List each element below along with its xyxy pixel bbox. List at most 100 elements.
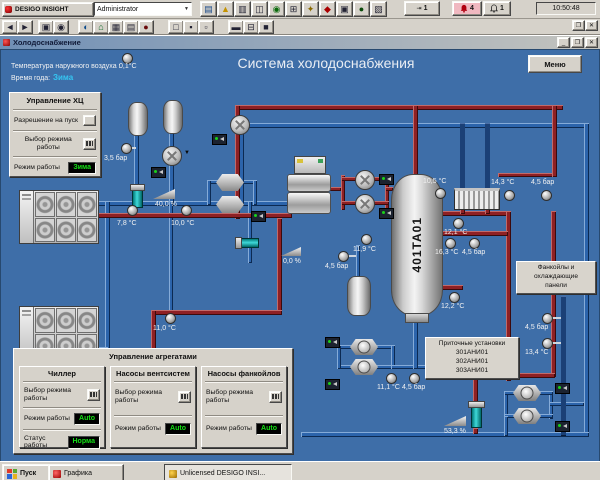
toolbar-icon-alarm-viewer[interactable]: ▲ (217, 1, 234, 17)
user-select[interactable]: Administrator ▼ (94, 2, 192, 16)
pressure-label: 4,5 бар (531, 179, 554, 187)
app-menu-button[interactable]: DESIGO INSIGHT (2, 2, 94, 17)
desigo-insight-application: { "toolbar": { "app_button": "DESIGO INS… (0, 0, 600, 480)
toolbar-icon-button[interactable]: ▣ (38, 20, 54, 34)
toolbar-icon-trend-viewer[interactable]: ✦ (302, 1, 319, 17)
bypass-valve[interactable] (241, 238, 259, 248)
pipe-segment (207, 180, 211, 205)
pressure-sensor (469, 238, 480, 249)
stop-icon: ■ (263, 23, 268, 32)
valve-position-indicator (444, 416, 466, 426)
temperature-sensor (386, 373, 397, 384)
restore-button[interactable]: ❐ (571, 37, 584, 48)
fancoil-valve[interactable] (471, 406, 482, 428)
vent-system-pump-2[interactable] (350, 359, 378, 375)
target-icon: ◉ (57, 23, 65, 32)
mode-select-button[interactable] (178, 391, 191, 403)
pipe-segment (460, 123, 465, 190)
fancoil-legend-line: панели (518, 282, 594, 291)
toolbar-icon-button[interactable]: ▤ (123, 20, 139, 34)
status-icon (379, 208, 394, 219)
pipe-segment (551, 211, 556, 377)
alert-indicator[interactable]: 1 (483, 1, 511, 16)
toolbar-icon-object-viewer[interactable]: ◫ (251, 1, 268, 17)
pressure-sensor (338, 251, 349, 262)
mode-value: Зима (68, 162, 96, 174)
fan-icon (35, 192, 55, 217)
toolbar-icon-magnifier[interactable]: ◉ (268, 1, 285, 17)
pipe-segment (552, 105, 557, 177)
status-icon (151, 167, 166, 178)
toolbar-icon-button[interactable]: ▪ (183, 20, 199, 34)
toolbar-icon-button[interactable]: ▦ (108, 20, 124, 34)
plate-heat-exchanger[interactable] (454, 188, 500, 210)
status-label: Статус работы (24, 435, 68, 451)
toolbar-icon-button[interactable]: ◉ (53, 20, 69, 34)
mode-select-button[interactable] (83, 138, 96, 150)
mode-select-button[interactable] (269, 391, 282, 403)
toolbar-icon-plant-viewer[interactable]: ▥ (234, 1, 251, 17)
toolbar-icon-button[interactable]: ⌂ (93, 20, 109, 34)
window-titlebar[interactable]: Холодоснабжение _ ❐ ✕ (0, 36, 600, 49)
fan-array (34, 191, 98, 243)
nav-count: 1 (424, 5, 428, 12)
pipe-segment (413, 318, 418, 369)
fan-icon (56, 218, 76, 243)
vent-system-pump-1[interactable] (350, 339, 378, 355)
pipe-segment (485, 123, 490, 190)
pump[interactable] (230, 115, 250, 135)
toolbar-icon-reaction[interactable]: ▣ (336, 1, 353, 17)
status-icon (325, 379, 340, 390)
taskbar-item-desigo[interactable]: Unlicensed DESIGO INSI... (164, 464, 292, 480)
toolbar-icon-button[interactable]: ▫ (198, 20, 214, 34)
start-label: Пуск (20, 470, 36, 477)
pipe-segment (549, 402, 584, 406)
fancoil-pump-1[interactable] (513, 385, 541, 401)
menu-button[interactable]: Меню (528, 55, 582, 73)
temperature-sensor (453, 218, 464, 229)
minimize-button[interactable]: _ (557, 37, 570, 48)
trend-icon: ✦ (307, 5, 315, 14)
toolbar-icon-button[interactable]: ◄ (2, 20, 18, 34)
scheduler-icon: ⊞ (290, 5, 298, 14)
temperature-label: 7,8 °C (117, 220, 137, 228)
alarm-indicator[interactable]: 4 (452, 1, 482, 16)
toolbar-icon-button[interactable]: ● (138, 20, 154, 34)
chiller-title: Чиллер (20, 367, 104, 379)
status-value: Норма (68, 436, 101, 448)
taskbar-item-label: Графика (64, 470, 92, 477)
navigation-counter[interactable]: ⇥ 1 (404, 1, 440, 16)
workspace-restore-button[interactable]: ❐ (572, 20, 585, 31)
close-button[interactable]: ✕ (585, 37, 598, 48)
temperature-label: 10,5 °C (423, 178, 446, 186)
toolbar-icon-button[interactable]: ▬ (228, 20, 244, 34)
toolbar-icon-exit[interactable]: ▧ (370, 1, 387, 17)
toolbar-icon-button[interactable]: □ (168, 20, 184, 34)
chiller-unit[interactable] (287, 156, 329, 214)
fancoil-pump-2[interactable] (513, 408, 541, 424)
toolbar-icon-button[interactable]: ⊟ (243, 20, 259, 34)
workspace-close-button[interactable]: ✕ (585, 20, 598, 31)
mode-value: Auto (256, 423, 282, 435)
toolbar-icon-time-scheduler[interactable]: ⊞ (285, 1, 302, 17)
toolbar-icon-calendar[interactable]: ● (353, 1, 370, 17)
condenser-pump-2[interactable] (355, 194, 375, 214)
toolbar-icon-button[interactable]: ► (17, 20, 33, 34)
pipe-segment (498, 173, 556, 177)
toolbar-icon-button[interactable]: ■ (258, 20, 274, 34)
taskbar-item-graphics[interactable]: Графика (48, 464, 124, 480)
pump[interactable] (162, 146, 182, 166)
start-button[interactable]: Пуск (2, 464, 52, 480)
toolbar-icon-system[interactable]: ▤ (200, 1, 217, 17)
toolbar-icon-button[interactable]: ◐ (78, 20, 94, 34)
condenser-pump-1[interactable] (355, 170, 375, 190)
mode-select-label: Выбор режима работы (115, 389, 178, 405)
temperature-label: 10,0 °C (171, 220, 194, 228)
mode-select-button[interactable] (87, 389, 100, 401)
dry-cooler-1[interactable] (19, 190, 99, 244)
chiller-control-panel (294, 156, 326, 174)
toolbar-icon-log-viewer[interactable]: ◆ (319, 1, 336, 17)
units-panel-title: Управление агрегатами (14, 349, 292, 363)
page-title: Система холодоснабжения (196, 56, 456, 71)
status-icon (379, 174, 394, 185)
